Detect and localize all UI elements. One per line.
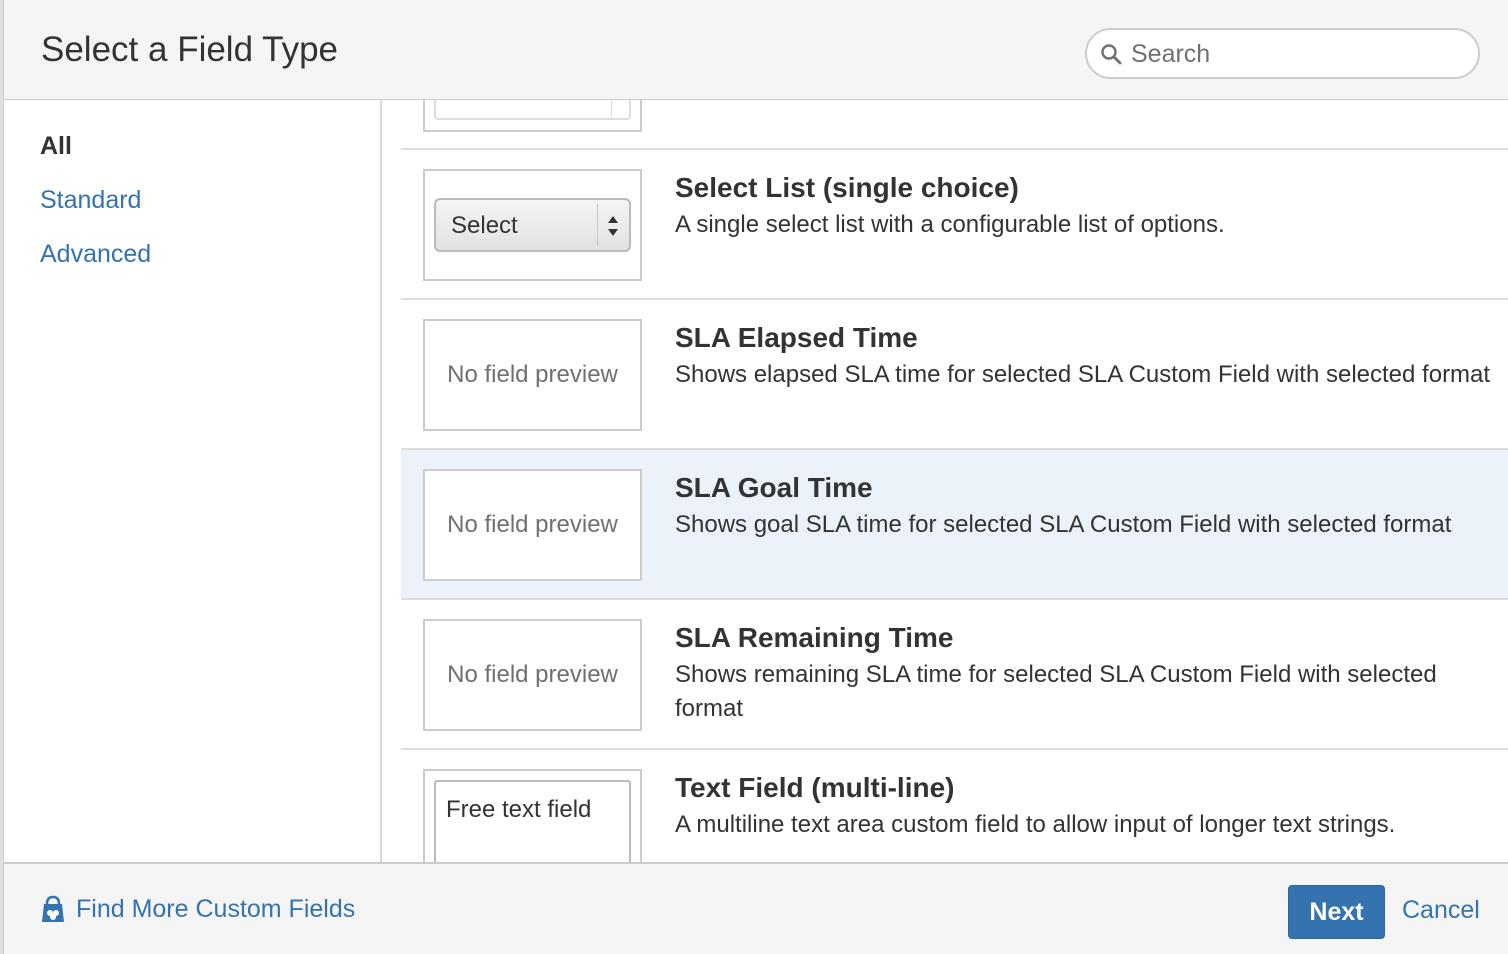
field-type-description: Shows elapsed SLA time for selected SLA …: [675, 361, 1491, 388]
field-type-row[interactable]: No field preview SLA Remaining Time Show…: [401, 600, 1508, 750]
field-preview: Select: [423, 169, 642, 281]
field-type-row-selected[interactable]: No field preview SLA Goal Time Shows goa…: [401, 450, 1508, 600]
preview-textarea-label: Free text field: [446, 796, 592, 823]
field-type-description: Shows remaining SLA time for selected SL…: [675, 661, 1437, 722]
field-type-title: Select List (single choice): [675, 172, 1019, 203]
search-input[interactable]: [1131, 38, 1461, 70]
search-box[interactable]: [1085, 28, 1480, 79]
field-type-title: SLA Goal Time: [675, 472, 873, 503]
field-type-description: Shows goal SLA time for selected SLA Cus…: [675, 511, 1452, 538]
field-preview-partial: [423, 100, 642, 132]
preview-control-partial: [434, 100, 631, 120]
field-type-row[interactable]: No field preview SLA Elapsed Time Shows …: [401, 300, 1508, 450]
find-more-custom-fields-link[interactable]: Find More Custom Fields: [40, 894, 355, 924]
dialog-title: Select a Field Type: [41, 30, 339, 69]
dialog-header: Select a Field Type: [4, 0, 1508, 100]
field-type-description: A multiline text area custom field to al…: [675, 811, 1396, 838]
field-type-row-partial[interactable]: [401, 100, 1508, 150]
field-preview: No field preview: [423, 469, 642, 581]
field-preview: Free text field: [423, 769, 642, 862]
category-sidebar: All Standard Advanced: [4, 100, 382, 862]
preview-select-label: Select: [451, 212, 518, 239]
dialog-footer: Find More Custom Fields Next Cancel: [4, 862, 1508, 954]
select-field-type-dialog: Select a Field Type All Standard Advance…: [3, 0, 1508, 954]
field-type-row[interactable]: Select Select List (single choice) A sin…: [401, 150, 1508, 300]
field-type-title: SLA Remaining Time: [675, 622, 954, 653]
preview-select-control: Select: [434, 198, 631, 252]
sidebar-item-advanced[interactable]: Advanced: [40, 240, 151, 269]
marketplace-bag-icon: [42, 895, 64, 922]
sidebar-item-all[interactable]: All: [40, 132, 72, 161]
field-type-title: SLA Elapsed Time: [675, 322, 918, 353]
preview-textarea-control: Free text field: [434, 780, 631, 862]
field-type-row[interactable]: Free text field Text Field (multi-line) …: [401, 750, 1508, 862]
field-type-title: Text Field (multi-line): [675, 772, 955, 803]
field-preview: No field preview: [423, 619, 642, 731]
sidebar-item-standard[interactable]: Standard: [40, 186, 141, 215]
field-type-description: A single select list with a configurable…: [675, 211, 1225, 238]
search-icon: [1101, 44, 1122, 65]
cancel-link[interactable]: Cancel: [1402, 896, 1480, 925]
select-arrows-icon: [608, 216, 618, 236]
field-type-list[interactable]: Select Select List (single choice) A sin…: [384, 100, 1508, 862]
field-preview: No field preview: [423, 319, 642, 431]
find-more-label[interactable]: Find More Custom Fields: [76, 895, 355, 924]
next-button[interactable]: Next: [1288, 885, 1385, 939]
